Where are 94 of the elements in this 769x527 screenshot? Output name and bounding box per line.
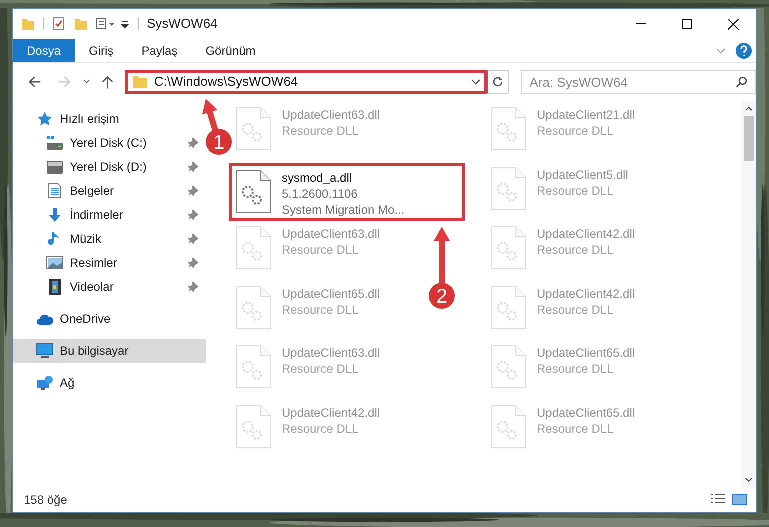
- step-number: 2: [436, 286, 448, 308]
- back-arrow-icon[interactable]: [27, 74, 43, 90]
- picture-icon: [46, 255, 64, 271]
- file-name: UpdateClient63.dll: [282, 345, 380, 361]
- properties-icon[interactable]: [52, 17, 66, 31]
- file-name: UpdateClient42.dll: [537, 226, 636, 242]
- file-icon: [491, 166, 527, 210]
- pin-icon[interactable]: [188, 210, 198, 220]
- file-detail: Resource DLL: [537, 182, 615, 198]
- sidebar-item[interactable]: OneDrive: [13, 307, 206, 331]
- close-icon: [728, 18, 738, 30]
- file-icon: [491, 226, 527, 270]
- file-icon: [491, 107, 527, 151]
- pin-icon[interactable]: [188, 282, 198, 292]
- file-detail: Resource DLL: [537, 302, 615, 318]
- sidebar-item[interactable]: Belgeler: [13, 179, 206, 203]
- sidebar-item[interactable]: Hızlı erişim: [13, 107, 206, 131]
- pin-icon[interactable]: [188, 162, 198, 172]
- sidebar-item[interactable]: Müzik: [13, 227, 206, 251]
- drive-icon: [46, 135, 64, 151]
- view-options-icon[interactable]: [96, 17, 116, 31]
- maximize-icon: [682, 19, 692, 29]
- file-detail: Resource DLL: [537, 242, 615, 258]
- document-icon: [46, 183, 64, 199]
- ribbon-tab[interactable]: Giriş: [75, 39, 128, 62]
- item-count: 158 öğe: [24, 492, 68, 509]
- computer-icon: [36, 343, 54, 359]
- file-icon: [236, 286, 272, 330]
- address-path: C:\Windows\SysWOW64: [154, 73, 300, 92]
- scrollbar-thumb[interactable]: [744, 116, 754, 161]
- search-icon: [736, 76, 748, 88]
- sidebar-item[interactable]: Videolar: [13, 275, 206, 299]
- sidebar-item[interactable]: Ağ: [13, 371, 206, 395]
- file-detail: Resource DLL: [537, 361, 615, 377]
- minimize-icon: [636, 23, 646, 25]
- file-name: UpdateClient42.dll: [282, 404, 380, 420]
- film-icon: [46, 279, 64, 295]
- file-detail: Resource DLL: [537, 420, 615, 436]
- file-icon: [491, 345, 527, 389]
- pin-icon[interactable]: [188, 138, 198, 148]
- file-icon: [491, 404, 527, 448]
- sidebar-item[interactable]: Resimler: [13, 251, 206, 275]
- file-icon: [236, 404, 272, 448]
- scroll-up-icon[interactable]: [745, 106, 753, 111]
- file-icon: [236, 107, 272, 151]
- window-title: SysWOW64: [147, 15, 218, 34]
- file-icon: [236, 226, 272, 270]
- step-number: 1: [213, 132, 225, 154]
- file-detail: Resource DLL: [282, 420, 360, 436]
- file-name: UpdateClient42.dll: [537, 286, 636, 302]
- scrollbar[interactable]: [742, 101, 756, 488]
- ribbon-tab[interactable]: Dosya: [13, 39, 76, 62]
- file-name: UpdateClient5.dll: [537, 166, 628, 182]
- file-detail: 5.1.2600.1106: [282, 186, 359, 202]
- file-detail: System Migration Mo...: [282, 202, 405, 218]
- pin-icon[interactable]: [188, 258, 198, 268]
- ribbon-tab[interactable]: Paylaş: [128, 39, 192, 62]
- refresh-icon: [492, 76, 504, 88]
- file-detail: Resource DLL: [282, 302, 360, 318]
- sidebar-item[interactable]: İndirmeler: [13, 203, 206, 227]
- search-field[interactable]: Ara: SysWOW64: [520, 70, 756, 94]
- file-name: UpdateClient21.dll: [537, 107, 636, 123]
- file-detail: Resource DLL: [537, 123, 615, 139]
- file-item[interactable]: sysmod_a.dll 5.1.2600.1106 System Migration Mo...: [229, 162, 465, 220]
- sidebar-item[interactable]: Bu bilgisayar: [13, 339, 206, 363]
- ribbon-tab[interactable]: Görünüm: [192, 39, 270, 62]
- folder-icon: [132, 75, 148, 89]
- file-detail: Resource DLL: [282, 123, 360, 139]
- up-arrow-icon[interactable]: [100, 74, 116, 90]
- step-badge: [206, 129, 232, 155]
- drive-icon: [46, 159, 64, 175]
- network-icon: [36, 375, 54, 391]
- file-detail: Resource DLL: [282, 361, 360, 377]
- file-name: UpdateClient65.dll: [537, 345, 636, 361]
- scroll-down-icon[interactable]: [745, 478, 753, 483]
- file-icon: [236, 170, 272, 214]
- file-icon: [491, 286, 527, 330]
- sidebar-item[interactable]: Yerel Disk (D:): [13, 155, 206, 179]
- file-name: UpdateClient65.dll: [537, 404, 636, 420]
- download-icon: [46, 207, 64, 223]
- pin-icon[interactable]: [188, 234, 198, 244]
- star-icon: [36, 111, 54, 127]
- file-detail: Resource DLL: [282, 242, 360, 258]
- file-icon: [236, 345, 272, 389]
- refresh-button[interactable]: [487, 70, 509, 94]
- file-name: sysmod_a.dll: [282, 170, 354, 186]
- file-name: UpdateClient63.dll: [282, 107, 380, 123]
- pin-icon[interactable]: [188, 186, 198, 196]
- step-badge: [429, 283, 455, 309]
- file-name: UpdateClient65.dll: [282, 286, 380, 302]
- file-name: UpdateClient63.dll: [282, 226, 380, 242]
- address-field[interactable]: C:\Windows\SysWOW64: [125, 70, 488, 94]
- sidebar-item[interactable]: Yerel Disk (C:): [13, 131, 206, 155]
- tiles-view-icon[interactable]: [732, 493, 748, 507]
